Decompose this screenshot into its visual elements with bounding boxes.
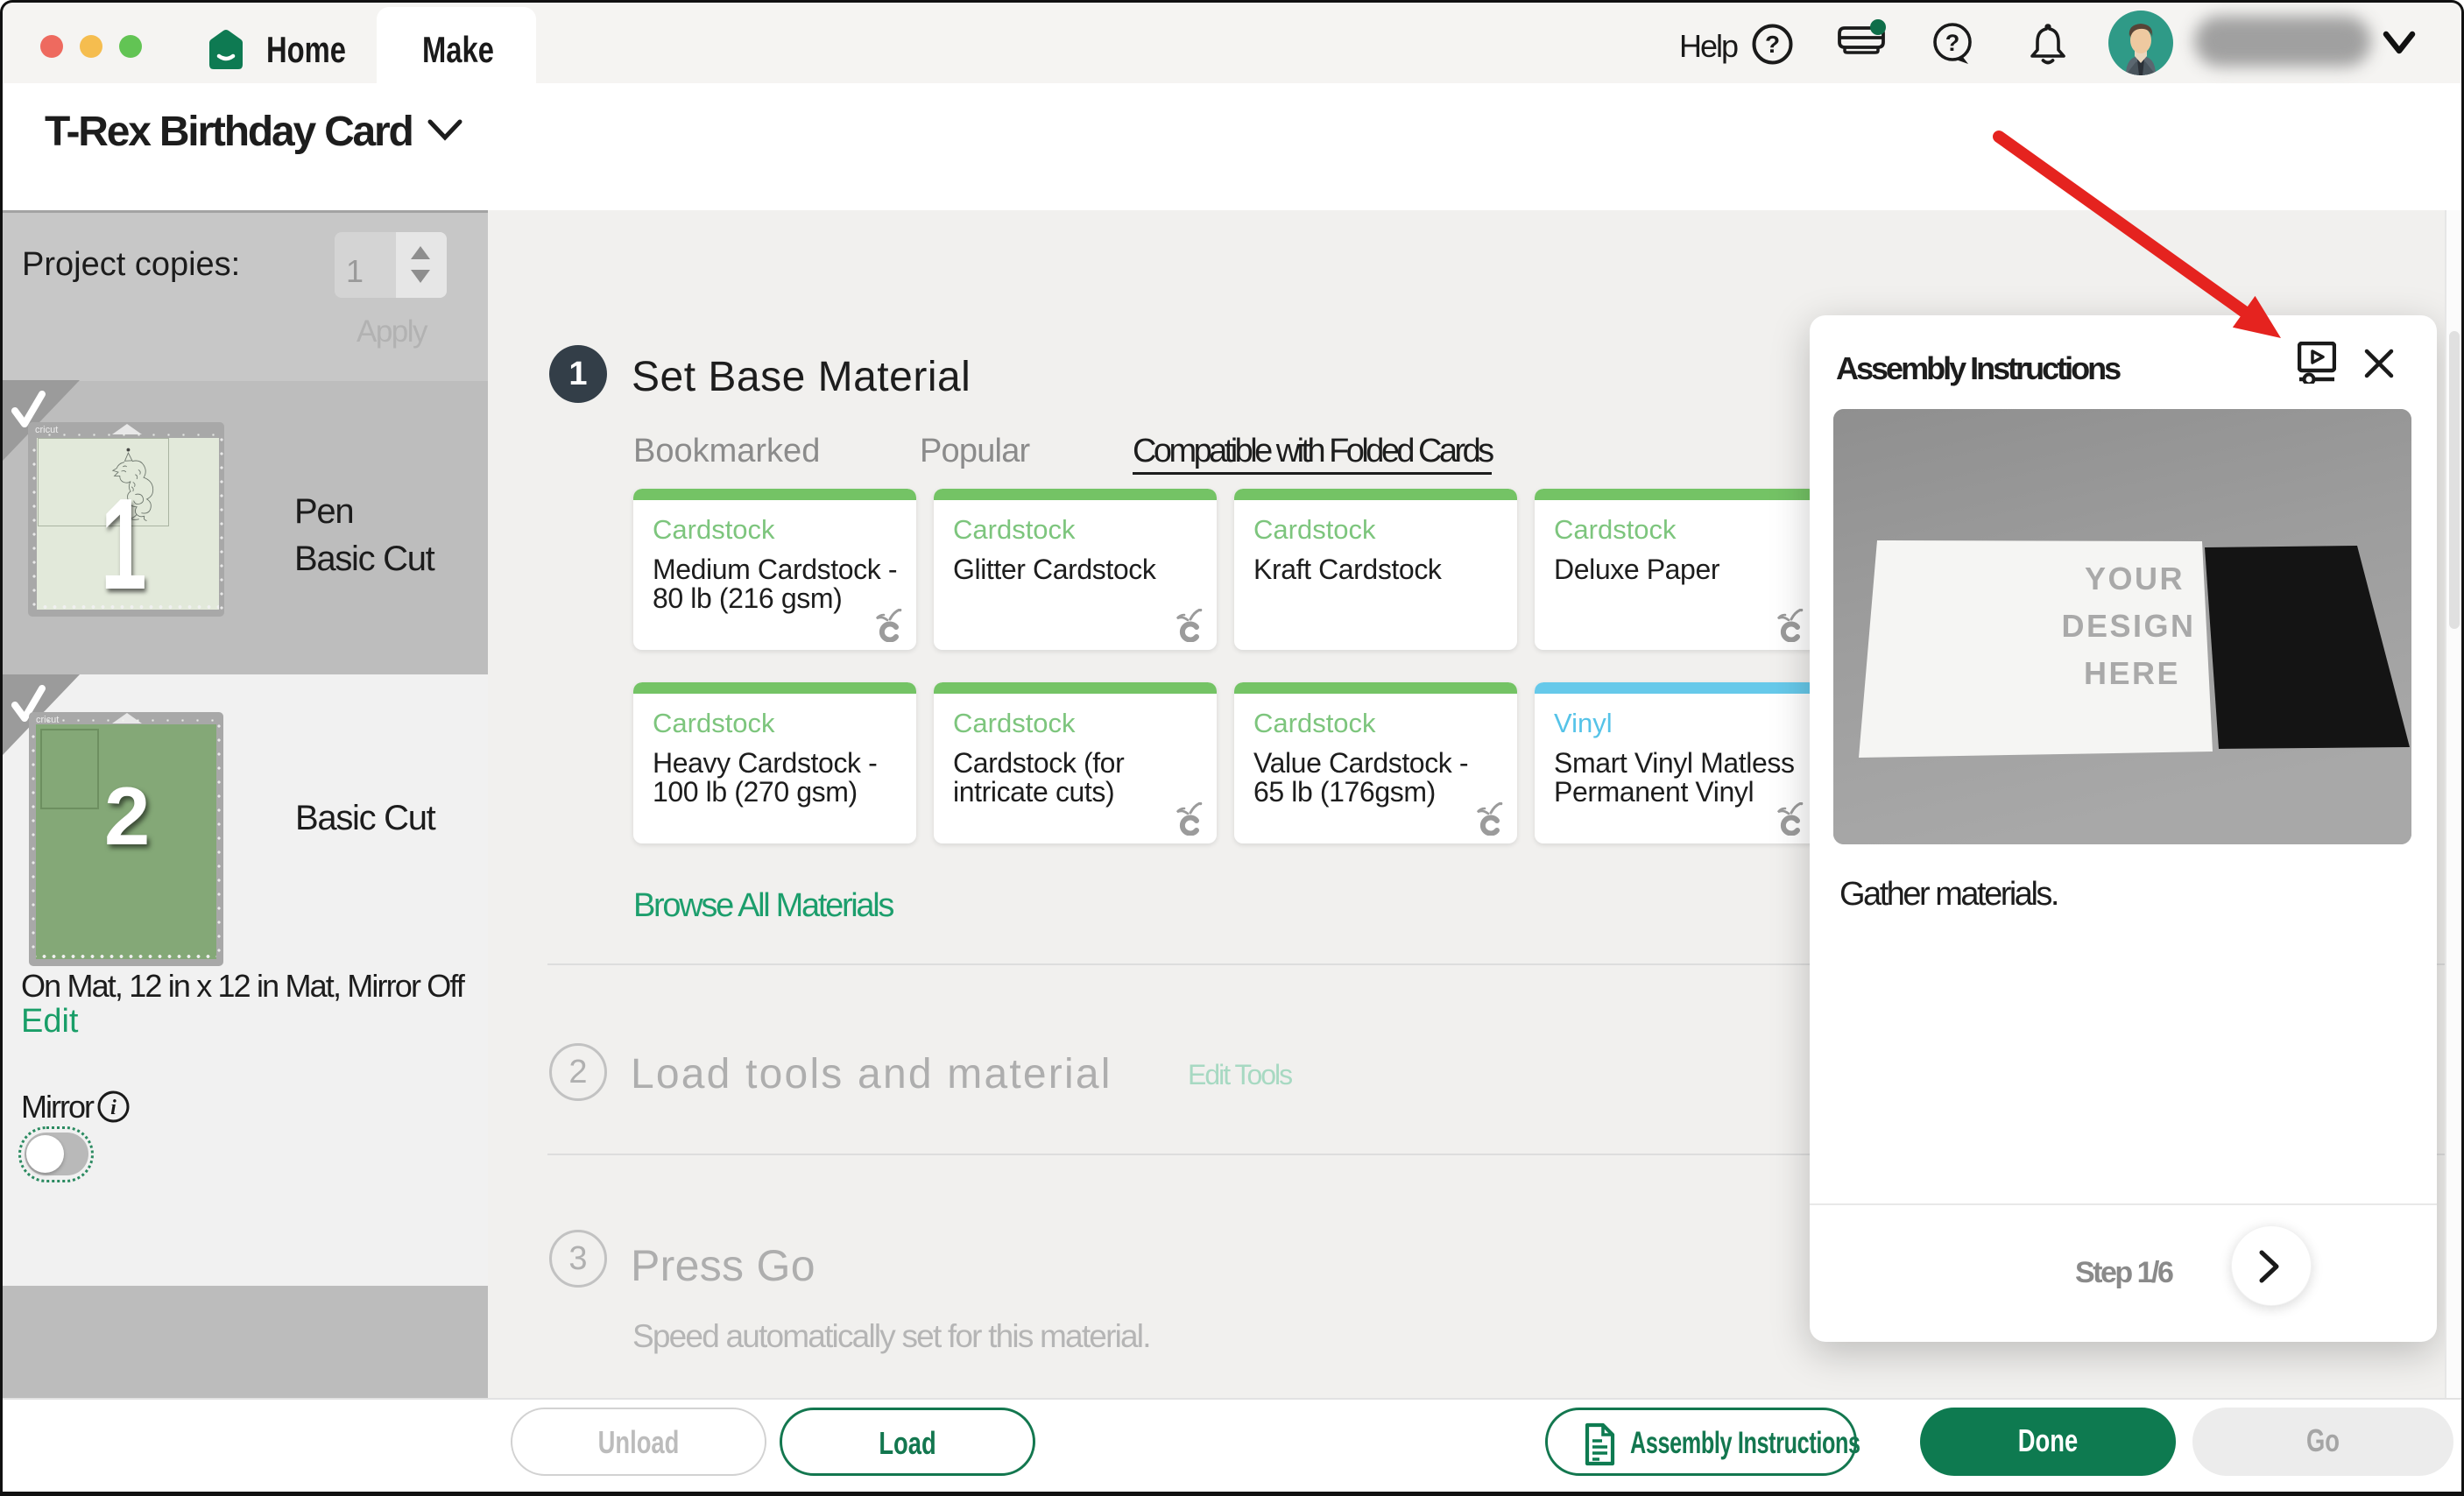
svg-text:?: ? <box>1945 30 1960 56</box>
svg-text:i: i <box>110 1097 116 1119</box>
svg-text:YOUR: YOUR <box>2085 561 2185 596</box>
svg-text:?: ? <box>1765 31 1780 58</box>
svg-text:HERE: HERE <box>2084 655 2180 691</box>
svg-text:DESIGN: DESIGN <box>2061 608 2195 644</box>
